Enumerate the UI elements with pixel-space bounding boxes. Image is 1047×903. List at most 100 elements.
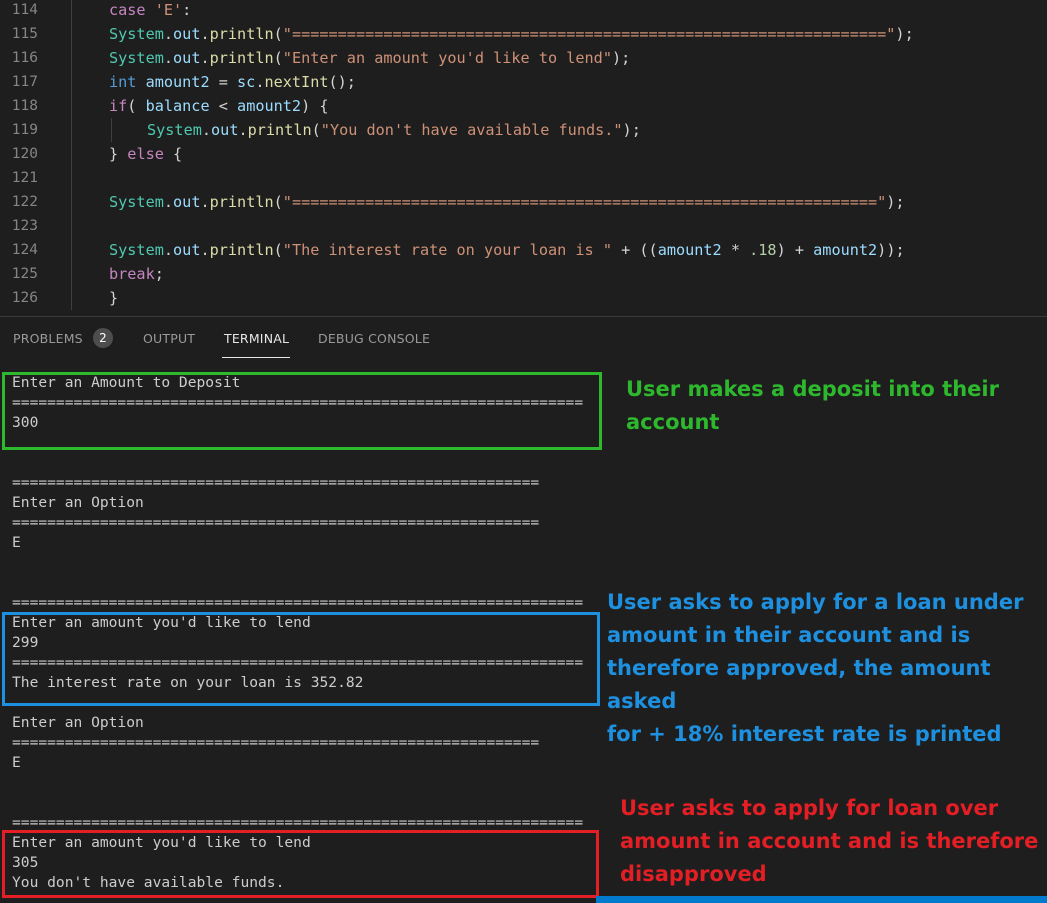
annotation-note-line: therefore approved, the amount asked	[607, 656, 991, 713]
code-token: println	[209, 241, 274, 259]
code-token: "You don't have available funds."	[320, 121, 623, 139]
code-text: case 'E':	[109, 0, 191, 22]
code-line[interactable]: 123	[0, 214, 1047, 238]
annotation-note: User asks to apply for loan over amount i…	[620, 792, 1038, 891]
code-token: "=======================================…	[282, 193, 887, 211]
code-token: + ((	[611, 241, 658, 259]
line-number: 122	[11, 194, 38, 210]
code-text: } else {	[109, 142, 182, 166]
tab-output[interactable]: OUTPUT	[143, 331, 195, 346]
tab-terminal[interactable]: TERMINAL	[224, 331, 289, 346]
code-token: .	[163, 25, 174, 43]
code-token: sc	[237, 73, 256, 91]
terminal-line: ========================================…	[12, 474, 540, 491]
code-token: System	[109, 193, 164, 211]
terminal-line: Enter an Option	[12, 494, 144, 511]
code-token: out	[211, 121, 239, 139]
code-text: System.out.println("====================…	[109, 22, 914, 46]
code-token: println	[247, 121, 312, 139]
annotation-note-line: User asks to apply for loan over	[620, 796, 999, 820]
code-token: System	[109, 25, 164, 43]
code-text: System.out.println("====================…	[109, 190, 905, 214]
code-token: println	[209, 49, 274, 67]
tab-debug-console[interactable]: DEBUG CONSOLE	[318, 331, 430, 346]
code-line[interactable]: 114 case 'E':	[0, 0, 1047, 22]
code-token: balance	[145, 97, 210, 115]
code-token: nextInt	[264, 73, 329, 91]
code-token: .18	[749, 241, 777, 259]
problems-count-badge: 2	[93, 328, 113, 348]
annotation-note-line: disapproved	[620, 862, 767, 886]
code-line[interactable]: 126}	[0, 286, 1047, 310]
code-token: ();	[328, 73, 356, 91]
line-number: 120	[11, 146, 38, 162]
code-token: }	[109, 289, 119, 307]
line-number: 119	[11, 122, 38, 138]
annotation-note-line: amount in their account and is	[607, 623, 971, 647]
code-token: <	[209, 97, 238, 115]
terminal-line: Enter an Option	[12, 714, 144, 731]
code-token: (	[273, 193, 283, 211]
code-token: amount2	[145, 73, 210, 91]
code-line[interactable]: 122 System.out.println("=================…	[0, 190, 1047, 214]
code-token: 'E'	[154, 1, 183, 19]
code-token: int	[109, 73, 146, 91]
code-token: .	[238, 121, 248, 139]
code-line[interactable]: 117 int amount2 = sc.nextInt();	[0, 70, 1047, 94]
code-token: .	[200, 25, 210, 43]
annotation-note: User asks to apply for a loan under amoun…	[607, 586, 1047, 751]
code-token: ));	[877, 241, 905, 259]
code-text: System.out.println("You don't have avail…	[147, 118, 641, 142]
terminal-line: E	[12, 534, 21, 551]
line-number: 125	[11, 266, 38, 282]
code-text: if( balance < amount2) {	[109, 94, 329, 118]
code-token: .	[163, 193, 174, 211]
code-token: amount2	[657, 241, 722, 259]
code-token: out	[173, 241, 201, 259]
code-token: break	[109, 265, 155, 283]
code-token: "Enter an amount you'd like to lend"	[282, 49, 612, 67]
code-token: System	[147, 121, 202, 139]
code-token: "=======================================…	[282, 25, 896, 43]
code-token: *	[721, 241, 750, 259]
code-line[interactable]: 124 System.out.println("The interest rate…	[0, 238, 1047, 262]
line-number: 123	[11, 218, 38, 234]
code-token: System	[109, 49, 164, 67]
code-line[interactable]: 119 System.out.println("You don't have av…	[0, 118, 1047, 142]
code-token: amount2	[813, 241, 878, 259]
code-line[interactable]: 121	[0, 166, 1047, 190]
line-number: 126	[11, 290, 38, 306]
code-token: {	[163, 145, 183, 163]
denied-loan-highlight-box	[2, 830, 599, 898]
annotation-note-line: for + 18% interest rate is printed	[607, 722, 1002, 746]
line-number: 116	[11, 50, 38, 66]
code-line[interactable]: 125 break;	[0, 262, 1047, 286]
code-line[interactable]: 115 System.out.println("=================…	[0, 22, 1047, 46]
code-token: .	[200, 241, 210, 259]
terminal-line: E	[12, 754, 21, 771]
code-line[interactable]: 120 } else {	[0, 142, 1047, 166]
code-token: amount2	[237, 97, 302, 115]
code-text: break;	[109, 262, 164, 286]
line-number: 121	[11, 170, 38, 186]
code-token: .	[163, 49, 174, 67]
status-bar-strip	[596, 896, 1047, 903]
code-text: int amount2 = sc.nextInt();	[109, 70, 356, 94]
code-token: (	[273, 25, 283, 43]
code-token: if	[109, 97, 128, 115]
code-token: out	[173, 193, 201, 211]
annotation-note-line: User makes a deposit into their	[626, 377, 999, 401]
code-token: println	[209, 193, 274, 211]
code-token: );	[622, 121, 641, 139]
code-line[interactable]: 116 System.out.println("Enter an amount y…	[0, 46, 1047, 70]
code-line[interactable]: 118 if( balance < amount2) {	[0, 94, 1047, 118]
terminal-line: ========================================…	[12, 734, 540, 751]
code-token: ;	[154, 265, 164, 283]
code-editor[interactable]: 114 case 'E': 115 System.out.println("=====…	[0, 0, 1047, 316]
tab-problems[interactable]: PROBLEMS	[13, 331, 83, 346]
line-number: 117	[11, 74, 38, 90]
deposit-highlight-box	[2, 372, 602, 450]
code-token: println	[209, 25, 274, 43]
code-token: .	[201, 121, 212, 139]
annotation-note-line: amount in account and is therefore	[620, 829, 1039, 853]
